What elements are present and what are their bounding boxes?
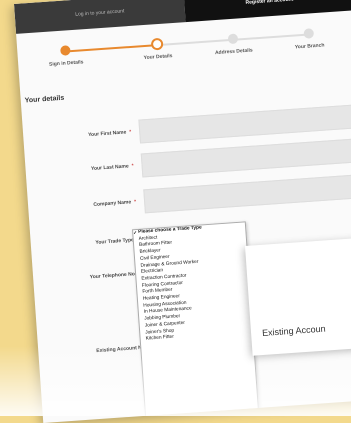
trade-type-dropdown[interactable]: Please choose a Trade Type Architect Bat… bbox=[132, 221, 260, 421]
existing-account-popup-label: Existing Accoun bbox=[261, 323, 326, 339]
stepper-line-complete bbox=[65, 44, 158, 53]
first-name-input[interactable] bbox=[138, 103, 351, 144]
registration-page: Log in to your account Register an accou… bbox=[14, 0, 351, 423]
last-name-label: Your Last Name * bbox=[90, 163, 134, 173]
company-name-label: Company Name * bbox=[93, 198, 137, 208]
step-3-dot bbox=[227, 33, 239, 45]
existing-account-label: Existing Account No. bbox=[96, 344, 147, 355]
section-title: Your details bbox=[24, 94, 65, 105]
step-3-label: Address Details bbox=[214, 47, 253, 57]
step-4-dot bbox=[303, 28, 315, 39]
step-1-dot bbox=[60, 45, 71, 56]
step-4-label: Your Branch bbox=[294, 42, 325, 51]
telephone-label: Your Telephone No.* bbox=[89, 271, 142, 281]
existing-account-popup: Existing Accoun bbox=[245, 237, 351, 356]
step-1-label: Sign in Details bbox=[48, 59, 84, 68]
first-name-label: Your First Name * bbox=[87, 129, 132, 139]
step-2-label: Your Details bbox=[143, 53, 173, 62]
step-2-dot bbox=[150, 37, 164, 51]
